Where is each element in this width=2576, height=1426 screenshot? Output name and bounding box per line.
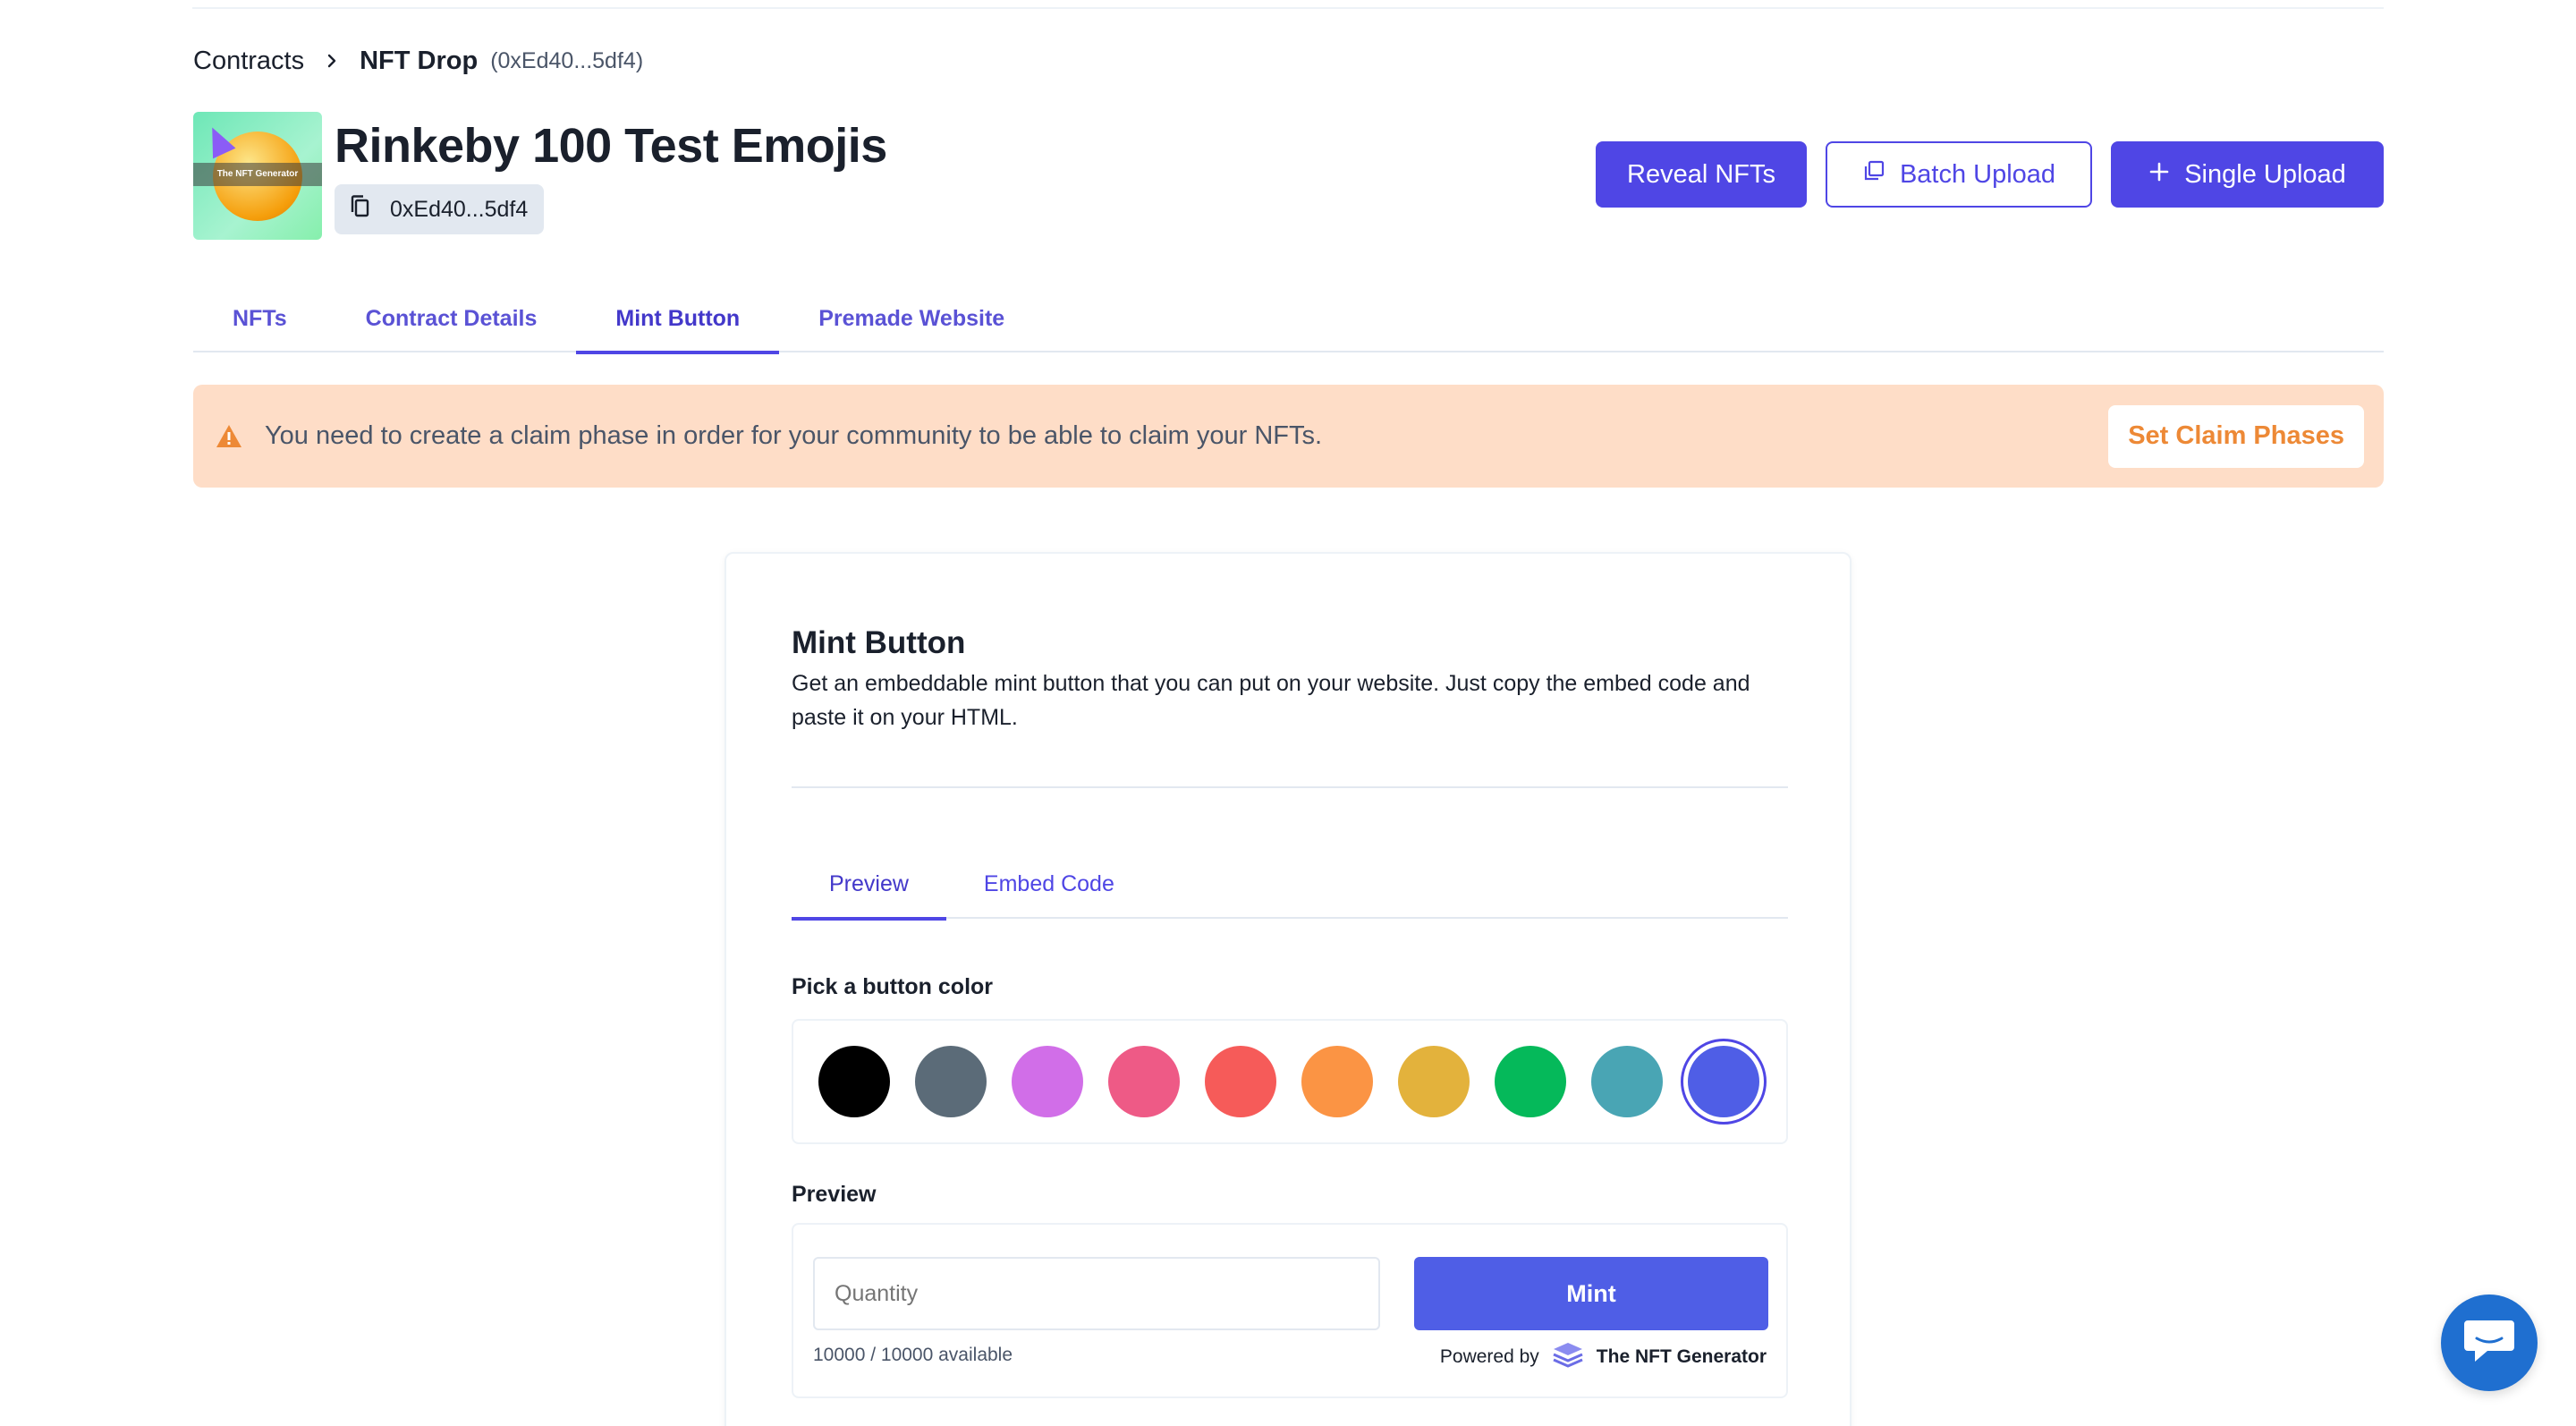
color-swatch[interactable] — [1398, 1046, 1470, 1117]
chat-bubble-icon — [2462, 1317, 2516, 1370]
mint-card-tabs: Preview Embed Code — [792, 849, 1788, 921]
single-upload-label: Single Upload — [2184, 159, 2346, 189]
mint-button[interactable]: Mint — [1414, 1257, 1768, 1330]
tab-nfts[interactable]: NFTs — [193, 284, 326, 352]
brand-name: The NFT Generator — [1596, 1346, 1767, 1367]
contract-thumbnail: The NFT Generator — [193, 112, 322, 240]
color-swatch[interactable] — [1012, 1046, 1083, 1117]
color-swatch[interactable] — [1495, 1046, 1566, 1117]
availability-text: 10000 / 10000 available — [813, 1345, 1013, 1365]
tab-mint-button[interactable]: Mint Button — [576, 284, 780, 354]
powered-by-label: Powered by — [1439, 1346, 1539, 1367]
mint-preview: Mint 10000 / 10000 available Powered by … — [792, 1223, 1788, 1398]
powered-by: Powered by The NFT Generator — [1440, 1341, 1767, 1373]
color-picker — [792, 1019, 1788, 1144]
contract-tabs: NFTs Contract Details Mint Button Premad… — [193, 284, 2384, 354]
breadcrumb-current: NFT Drop — [360, 46, 479, 75]
layers-logo-icon — [1552, 1341, 1584, 1373]
batch-upload-button[interactable]: Batch Upload — [1826, 141, 2092, 208]
alert-message: You need to create a claim phase in orde… — [265, 421, 1323, 450]
pick-color-label: Pick a button color — [792, 974, 994, 999]
batch-copy-icon — [1862, 159, 1885, 190]
color-swatch[interactable] — [1688, 1046, 1759, 1117]
thumbnail-watermark: The NFT Generator — [193, 163, 322, 186]
contract-address: 0xEd40...5df4 — [390, 196, 529, 222]
plus-icon — [2148, 160, 2170, 190]
tab-embed-code[interactable]: Embed Code — [946, 849, 1152, 919]
single-upload-button[interactable]: Single Upload — [2111, 141, 2384, 208]
card-title: Mint Button — [792, 625, 966, 660]
mint-button-card: Mint Button Get an embeddable mint butto… — [724, 552, 1852, 1426]
breadcrumb-address: (0xEd40...5df4) — [490, 47, 644, 73]
reveal-nfts-label: Reveal NFTs — [1627, 159, 1775, 189]
quantity-input[interactable] — [813, 1257, 1380, 1330]
color-swatch[interactable] — [1591, 1046, 1663, 1117]
color-swatch[interactable] — [1108, 1046, 1180, 1117]
claim-phase-alert: You need to create a claim phase in orde… — [193, 385, 2384, 488]
warning-icon — [215, 422, 243, 451]
color-swatch[interactable] — [818, 1046, 890, 1117]
color-swatch[interactable] — [915, 1046, 987, 1117]
page-title: Rinkeby 100 Test Emojis — [335, 119, 887, 173]
batch-upload-label: Batch Upload — [1899, 159, 2056, 189]
breadcrumb: Contracts NFT Drop (0xEd40...5df4) — [193, 43, 643, 79]
breadcrumb-contracts-link[interactable]: Contracts — [193, 47, 304, 76]
tab-contract-details[interactable]: Contract Details — [326, 284, 577, 352]
chevron-right-icon — [322, 51, 342, 71]
tab-preview[interactable]: Preview — [792, 849, 946, 921]
card-divider — [792, 786, 1788, 788]
color-swatch[interactable] — [1205, 1046, 1276, 1117]
set-claim-phases-button[interactable]: Set Claim Phases — [2108, 404, 2364, 468]
copy-icon — [349, 194, 372, 225]
reveal-nfts-button[interactable]: Reveal NFTs — [1596, 141, 1807, 208]
card-description: Get an embeddable mint button that you c… — [792, 671, 1750, 730]
chat-launcher-button[interactable] — [2441, 1294, 2538, 1391]
tab-premade-website[interactable]: Premade Website — [779, 284, 1044, 352]
color-swatch[interactable] — [1301, 1046, 1373, 1117]
copy-address-button[interactable]: 0xEd40...5df4 — [335, 184, 545, 234]
preview-label: Preview — [792, 1182, 877, 1207]
top-divider — [192, 7, 2384, 9]
